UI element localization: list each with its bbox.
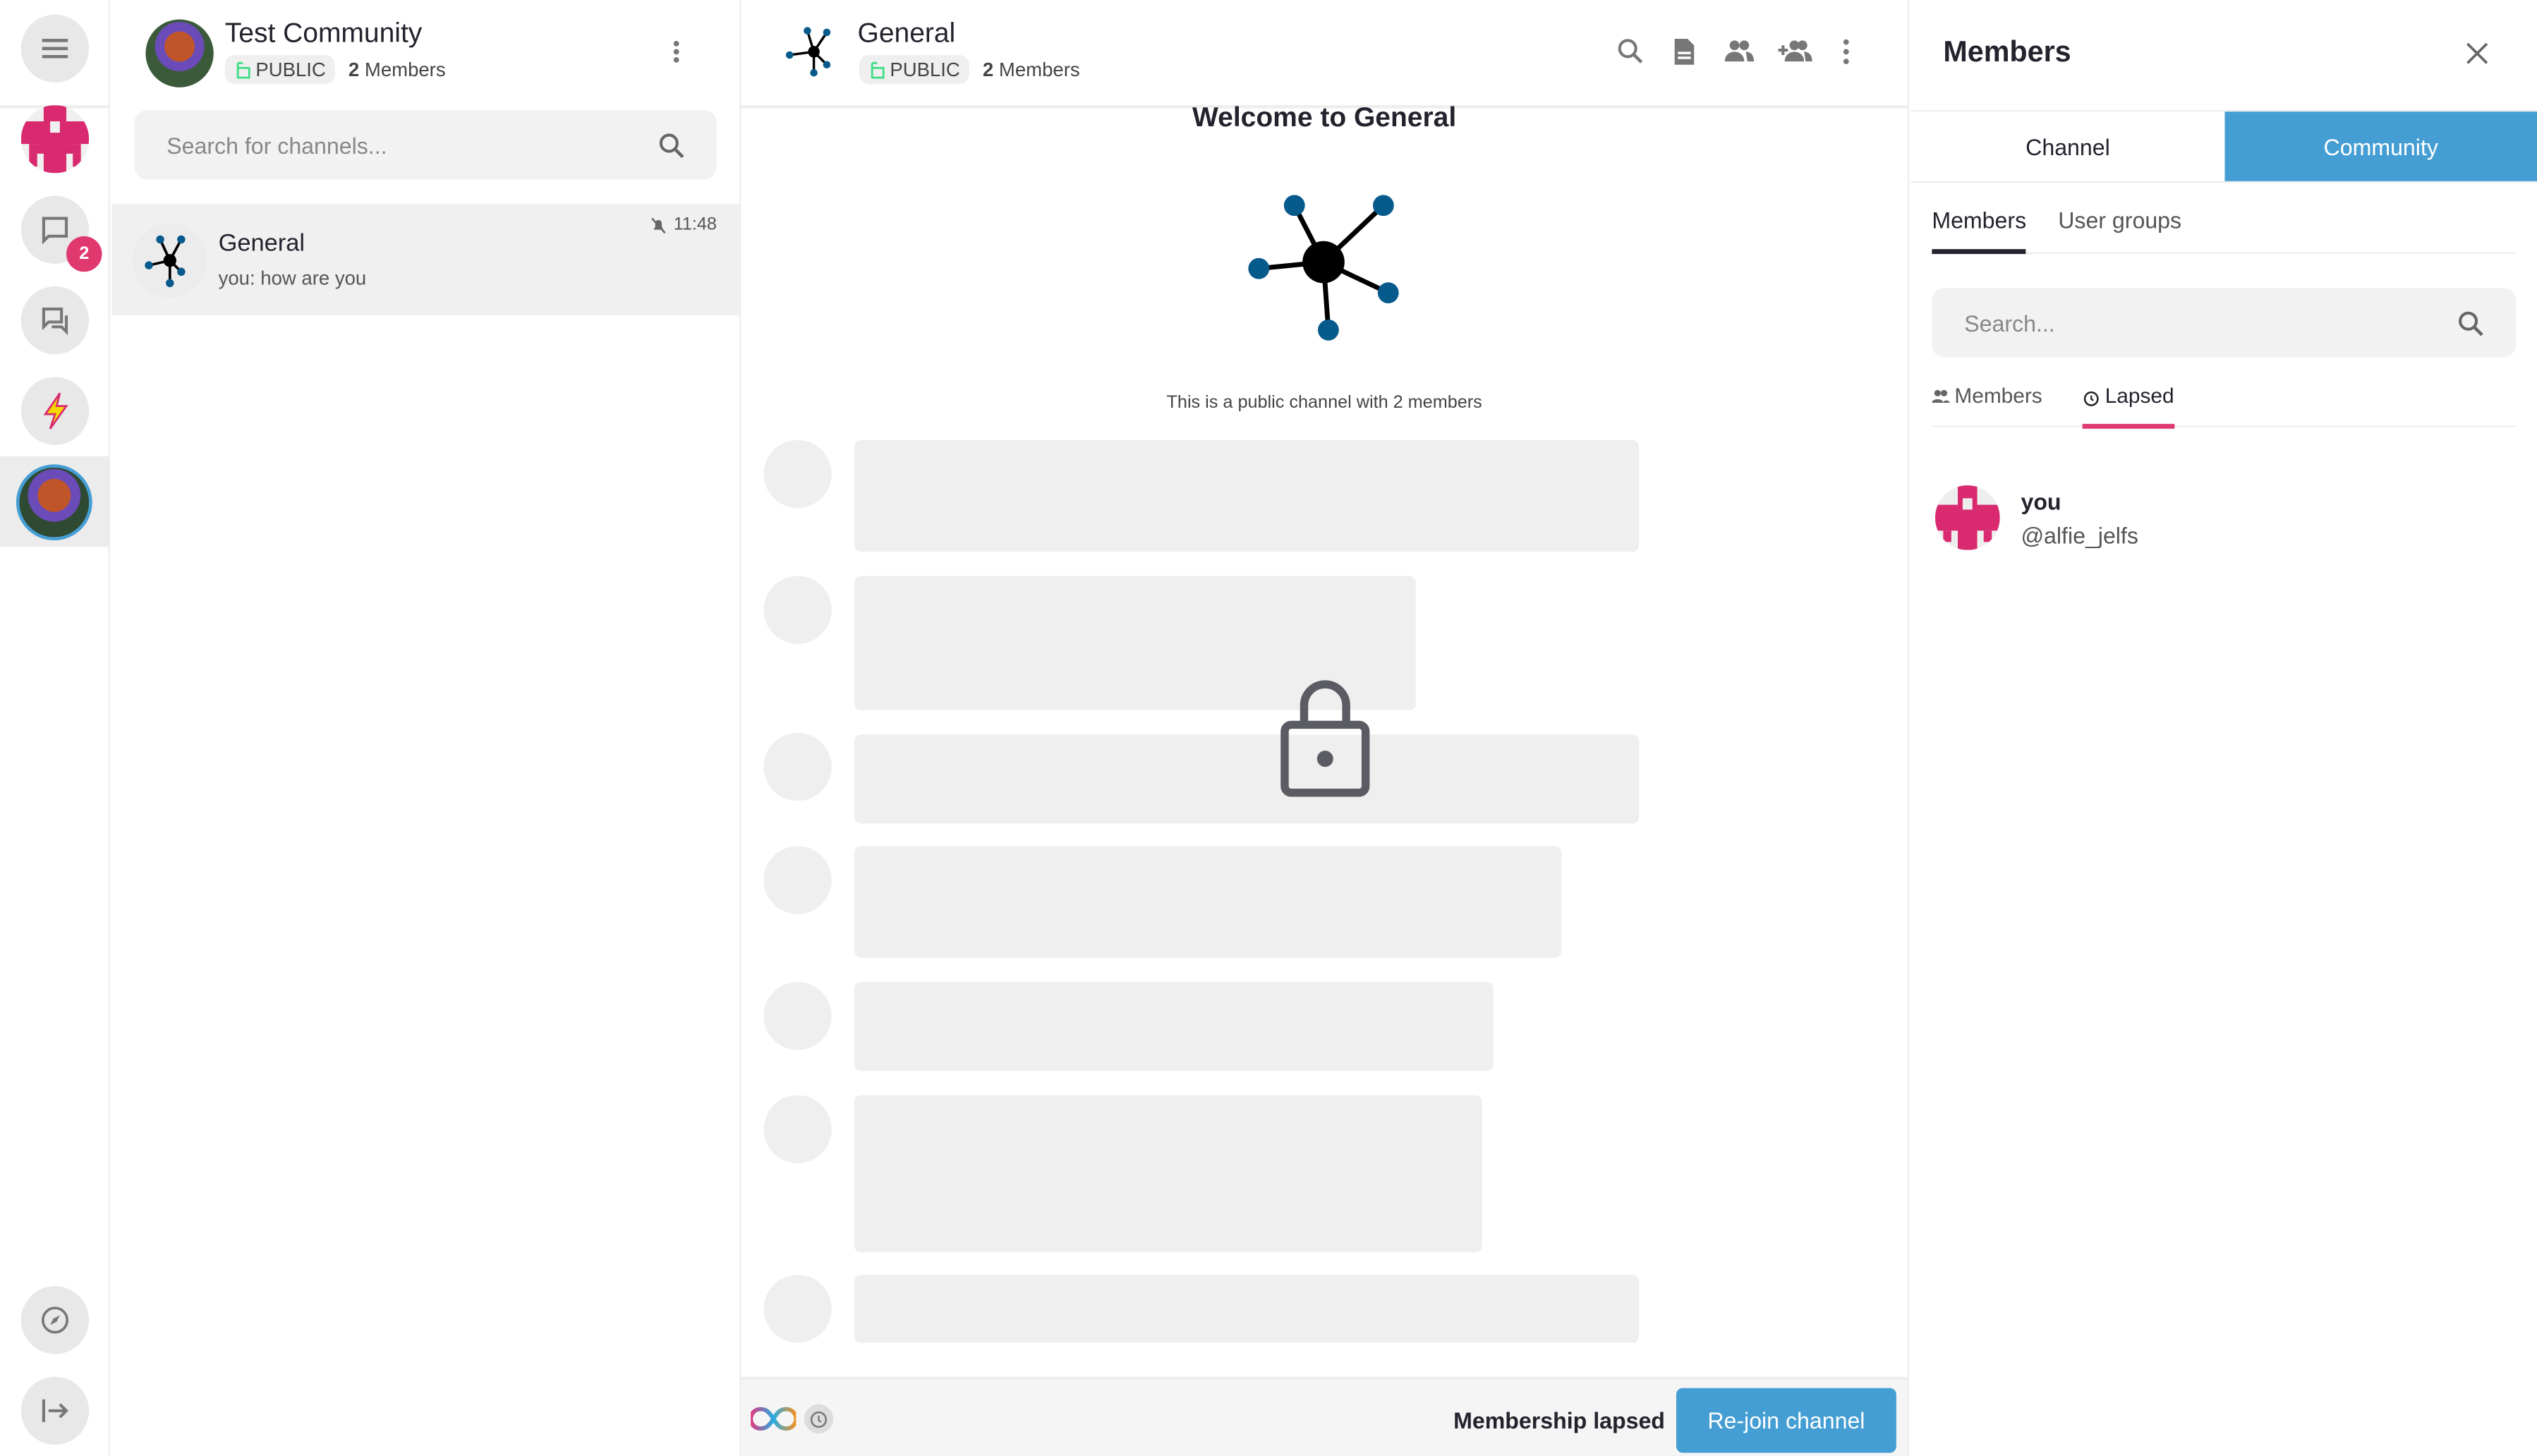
message-skeleton (854, 439, 1640, 552)
tab-community[interactable]: Community (2224, 111, 2537, 181)
close-icon[interactable] (2466, 42, 2488, 65)
message-skeleton (854, 1095, 1482, 1253)
chat-bubble-icon (42, 217, 68, 245)
visibility-chip: PUBLIC (224, 54, 336, 85)
network-logo-icon (145, 235, 186, 288)
lock-icon (1280, 680, 1370, 797)
community-avatar (145, 19, 214, 87)
rejoin-channel-button[interactable]: Re-join channel (1676, 1388, 1896, 1453)
community-name: Test Community (224, 18, 423, 49)
forum-icon (42, 307, 68, 335)
group-chats-button[interactable] (20, 286, 90, 355)
member-avatar (1934, 485, 2000, 550)
channel-time: 11:48 (673, 215, 717, 235)
logout-button[interactable] (20, 1376, 90, 1445)
community-avatar (16, 464, 92, 540)
subtab-user-groups[interactable]: User groups (2058, 207, 2181, 233)
filter-lapsed[interactable]: Lapsed (2082, 383, 2174, 429)
message-skeleton (854, 1275, 1640, 1343)
tab-channel[interactable]: Channel (1911, 111, 2225, 181)
channel-list-item[interactable]: General you: how are you 11:48 (111, 203, 740, 316)
channel-logo-icon (785, 27, 831, 77)
member-name: you (2021, 488, 2061, 515)
channel-avatar (133, 223, 207, 298)
subtab-members[interactable]: Members (1932, 207, 2027, 255)
members-icon[interactable] (1724, 37, 1755, 66)
unlock-icon (236, 61, 250, 79)
message-skeleton (854, 982, 1494, 1072)
community-button-selected[interactable] (0, 456, 110, 547)
unlock-icon (871, 61, 885, 79)
members-label: Members (998, 58, 1080, 81)
visibility-chip: PUBLIC (859, 54, 970, 85)
member-handle: @alfie_jelfs (2021, 522, 2138, 549)
search-placeholder: Search for channels... (166, 131, 387, 158)
member-list-item[interactable]: you @alfie_jelfs (1932, 482, 2516, 556)
channel-network-logo (1248, 195, 1399, 341)
search-icon[interactable] (1616, 37, 1645, 66)
filter-label: Members (1954, 383, 2042, 408)
member-count: 2 (982, 58, 994, 81)
logout-icon (42, 1399, 68, 1422)
infinity-icon (751, 1407, 797, 1431)
unread-badge: 2 (66, 236, 102, 272)
files-icon[interactable] (1671, 37, 1697, 66)
visibility-label: PUBLIC (255, 58, 326, 81)
visibility-label: PUBLIC (890, 58, 960, 81)
channel-list-panel: Test Community PUBLIC 2 Members Search f… (111, 0, 741, 1456)
members-label: Members (364, 58, 446, 81)
member-count: 2 (348, 58, 360, 81)
bell-off-icon (651, 217, 667, 233)
search-icon (659, 133, 684, 157)
add-member-icon[interactable] (1776, 37, 1812, 66)
filter-members[interactable]: Members (1932, 384, 2042, 408)
lightning-icon (43, 392, 68, 430)
members-panel: Members Channel Community Members User g… (1911, 0, 2537, 1456)
compass-icon (41, 1306, 69, 1334)
filter-label: Lapsed (2105, 383, 2174, 408)
panel-title: Members (1943, 35, 2071, 68)
user-avatar-button[interactable] (20, 105, 90, 174)
activity-button[interactable] (20, 377, 90, 445)
alarm-icon (2083, 391, 2099, 406)
identicon-avatar (20, 105, 90, 174)
search-icon (2459, 310, 2483, 336)
channel-name: General (218, 229, 305, 257)
member-search-input[interactable]: Search... (1932, 288, 2517, 358)
channel-preview: you: how are you (218, 267, 367, 290)
kebab-icon[interactable] (1841, 37, 1851, 66)
chat-header: General PUBLIC 2 Members (741, 0, 1908, 109)
channel-description: This is a public channel with 2 members (1166, 393, 1482, 413)
explore-button[interactable] (20, 1286, 90, 1354)
chat-footer: Membership lapsed Re-join channel (741, 1376, 1908, 1456)
membership-status: Membership lapsed (1453, 1407, 1665, 1433)
welcome-title: Welcome to General (1192, 102, 1457, 133)
people-icon (1932, 389, 1950, 402)
app-rail: 2 (0, 0, 110, 1456)
channel-search-input[interactable]: Search for channels... (134, 109, 717, 180)
community-menu-button[interactable] (672, 39, 682, 73)
message-skeleton (854, 734, 1640, 824)
message-skeleton (854, 846, 1562, 958)
channel-title: General (857, 18, 956, 49)
hamburger-icon (42, 39, 68, 59)
kebab-icon (673, 41, 679, 63)
menu-button[interactable] (20, 14, 90, 83)
search-placeholder: Search... (1964, 310, 2055, 336)
lapse-timer-icon (804, 1404, 834, 1433)
chat-panel: General PUBLIC 2 Members Welcome to Gene… (741, 0, 1910, 1456)
